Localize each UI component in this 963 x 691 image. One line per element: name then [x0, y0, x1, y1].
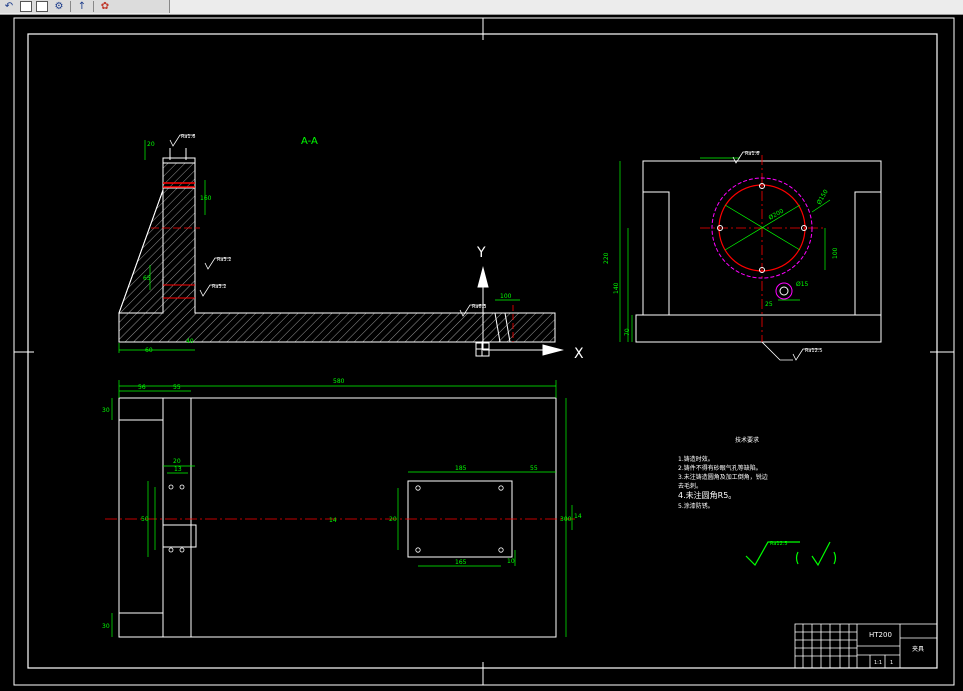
cad-drawing: A-A 60 160 20 65 100 40 Ra1.6 Ra3.2 Ra3.… — [13, 17, 955, 686]
dim-plan-hole-w1: 20 — [173, 458, 181, 465]
axis-y-label: Y — [476, 245, 486, 261]
toolbar-separator — [93, 1, 94, 12]
dim-plan-right-total: 300 — [560, 516, 572, 523]
dim-plan-pad-top: 185 — [455, 465, 467, 472]
dim-side-1: 60 — [145, 347, 153, 354]
toolbar: ↶ ⚙ ↑ ✿ — [0, 0, 963, 15]
dim-end-overall-h: 220 — [603, 252, 610, 264]
roughness-1: Ra1.6 — [181, 134, 195, 140]
dim-side-4: 65 — [143, 275, 151, 282]
dim-plan-bottom-height: 30 — [102, 623, 110, 630]
dim-plan-overall-length: 580 — [333, 378, 345, 385]
dim-plan-right-total-2: 14 — [574, 513, 582, 520]
general-roughness-symbol — [745, 541, 837, 567]
dim-plan-hole-w2: 13 — [174, 466, 182, 473]
note-line-2: 2.铸件不得有砂眼气孔等缺陷。 — [678, 464, 762, 472]
notes-title: 技术要求 — [735, 436, 759, 444]
dim-side-2: 160 — [200, 195, 212, 202]
roughness-5: Ra1.6 — [745, 151, 759, 157]
ucs-axis-icon — [475, 266, 564, 357]
axis-x-label: X — [574, 346, 584, 362]
dim-plan-pad-bottom: 165 — [455, 559, 467, 566]
app-logo-icon[interactable]: ✿ — [98, 1, 112, 13]
open-file-icon[interactable] — [20, 1, 32, 12]
title-block-material: HT200 — [869, 631, 892, 639]
cad-drawing-canvas[interactable]: A-A 60 160 20 65 100 40 Ra1.6 Ra3.2 Ra3.… — [0, 15, 963, 687]
dim-side-5: 100 — [500, 293, 512, 300]
undo-icon[interactable]: ↶ — [2, 1, 16, 13]
title-block-sheet: 1 — [890, 660, 893, 666]
section-label: A-A — [301, 136, 318, 147]
roughness-6: Ra12.5 — [805, 348, 823, 354]
note-line-6: 5.涂漆防锈。 — [678, 502, 714, 510]
side-section-view: 60 160 20 65 100 40 Ra1.6 Ra3.2 Ra3.2 Ra… — [118, 134, 556, 354]
dim-side-6: 40 — [186, 338, 194, 345]
pointer-icon[interactable]: ↑ — [75, 1, 89, 13]
dim-end-radius: 100 — [832, 247, 839, 259]
roughness-2: Ra3.2 — [217, 257, 231, 263]
toolbar-separator — [70, 1, 71, 12]
dim-plan-center-left: 50 — [141, 516, 149, 523]
end-view: 220 140 70 Ø200 Ø150 Ø15 25 100 Ra1.6 Ra… — [603, 151, 882, 361]
dim-plan-pad-side: 20 — [389, 516, 397, 523]
tool-strip: ↶ ⚙ ↑ ✿ — [0, 0, 170, 13]
plan-view: 56 55 580 30 30 300 14 20 13 50 14 185 5… — [102, 378, 582, 638]
roughness-3: Ra3.2 — [212, 284, 226, 290]
note-line-5: 4.未注圆角R5。 — [678, 490, 736, 500]
dim-plan-top-left-1: 56 — [138, 384, 146, 391]
roughness-7: Ra12.5 — [770, 541, 788, 547]
dim-plan-pad-side-r: 10 — [507, 558, 515, 565]
note-line-4: 去毛刺。 — [678, 482, 702, 490]
note-line-3: 3.未注铸造圆角及加工倒角，锐边 — [678, 473, 768, 481]
roughness-4: Ra6.3 — [472, 304, 486, 310]
dim-end-mid-h: 140 — [613, 282, 620, 294]
dim-plan-left-height: 30 — [102, 407, 110, 414]
note-line-1: 1.铸造时效。 — [678, 455, 714, 463]
dim-plan-pad-right: 55 — [530, 465, 538, 472]
settings-gear-icon[interactable]: ⚙ — [52, 1, 66, 13]
save-icon[interactable] — [36, 1, 48, 12]
dim-plan-top-left-2: 55 — [173, 384, 181, 391]
dim-end-hole-d: Ø15 — [796, 281, 809, 288]
dim-end-base-h: 70 — [624, 328, 631, 336]
technical-notes: 技术要求 1.铸造时效。 2.铸件不得有砂眼气孔等缺陷。 3.未注铸造圆角及加工… — [678, 436, 768, 510]
title-block-part-name: 夹具 — [912, 645, 924, 653]
dim-side-3: 20 — [147, 141, 155, 148]
dim-plan-center-mid: 14 — [329, 517, 337, 524]
dim-end-bolt-d: Ø150 — [816, 188, 830, 206]
title-block-scale: 1:1 — [874, 660, 882, 666]
dim-end-offset: 25 — [765, 301, 773, 308]
